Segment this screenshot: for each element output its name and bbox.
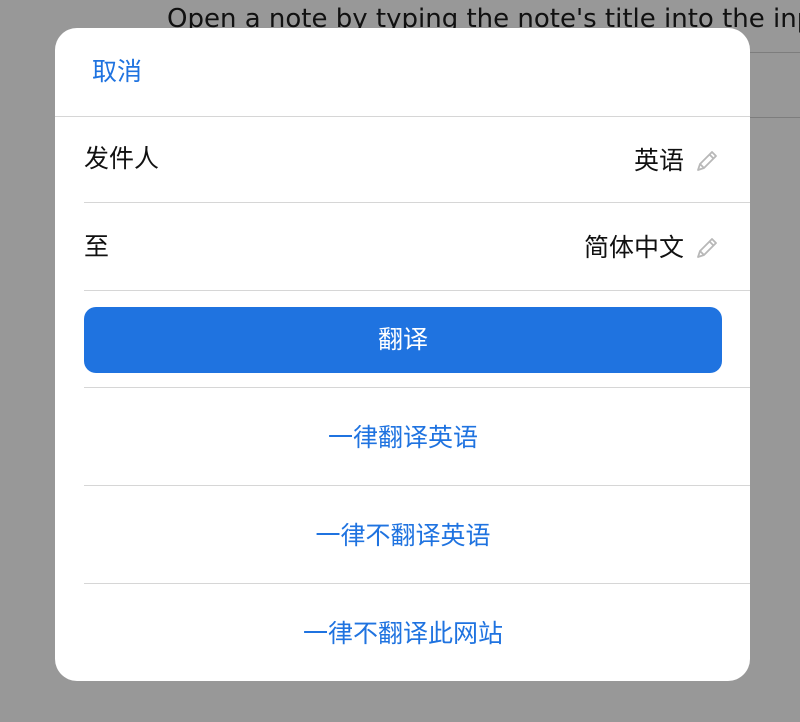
never-translate-english-button[interactable]: 一律不翻译英语: [84, 487, 722, 584]
background-divider: [750, 117, 800, 118]
source-language-selector[interactable]: 英语: [634, 143, 720, 179]
source-language-label: 发件人: [84, 144, 160, 173]
never-translate-site-button[interactable]: 一律不翻译此网站: [84, 585, 722, 681]
divider: [84, 202, 750, 203]
divider: [84, 485, 750, 486]
always-translate-english-button[interactable]: 一律翻译英语: [84, 389, 722, 486]
background-divider: [750, 52, 800, 53]
divider: [84, 387, 750, 388]
target-language-selector[interactable]: 简体中文: [584, 230, 720, 266]
target-language-value: 简体中文: [583, 233, 684, 262]
translate-button[interactable]: 翻译: [84, 307, 722, 373]
source-language-value: 英语: [633, 146, 684, 175]
divider: [55, 116, 750, 117]
pencil-icon[interactable]: [694, 148, 720, 174]
divider: [84, 290, 750, 291]
target-language-label: 至: [84, 232, 110, 261]
translate-dialog: 取消 发件人 英语 至 简体中文 翻译 一律翻译英语 一律不翻译英语 一律不翻译…: [55, 28, 750, 681]
cancel-button[interactable]: 取消: [92, 54, 142, 90]
divider: [84, 583, 750, 584]
pencil-icon[interactable]: [694, 235, 720, 261]
